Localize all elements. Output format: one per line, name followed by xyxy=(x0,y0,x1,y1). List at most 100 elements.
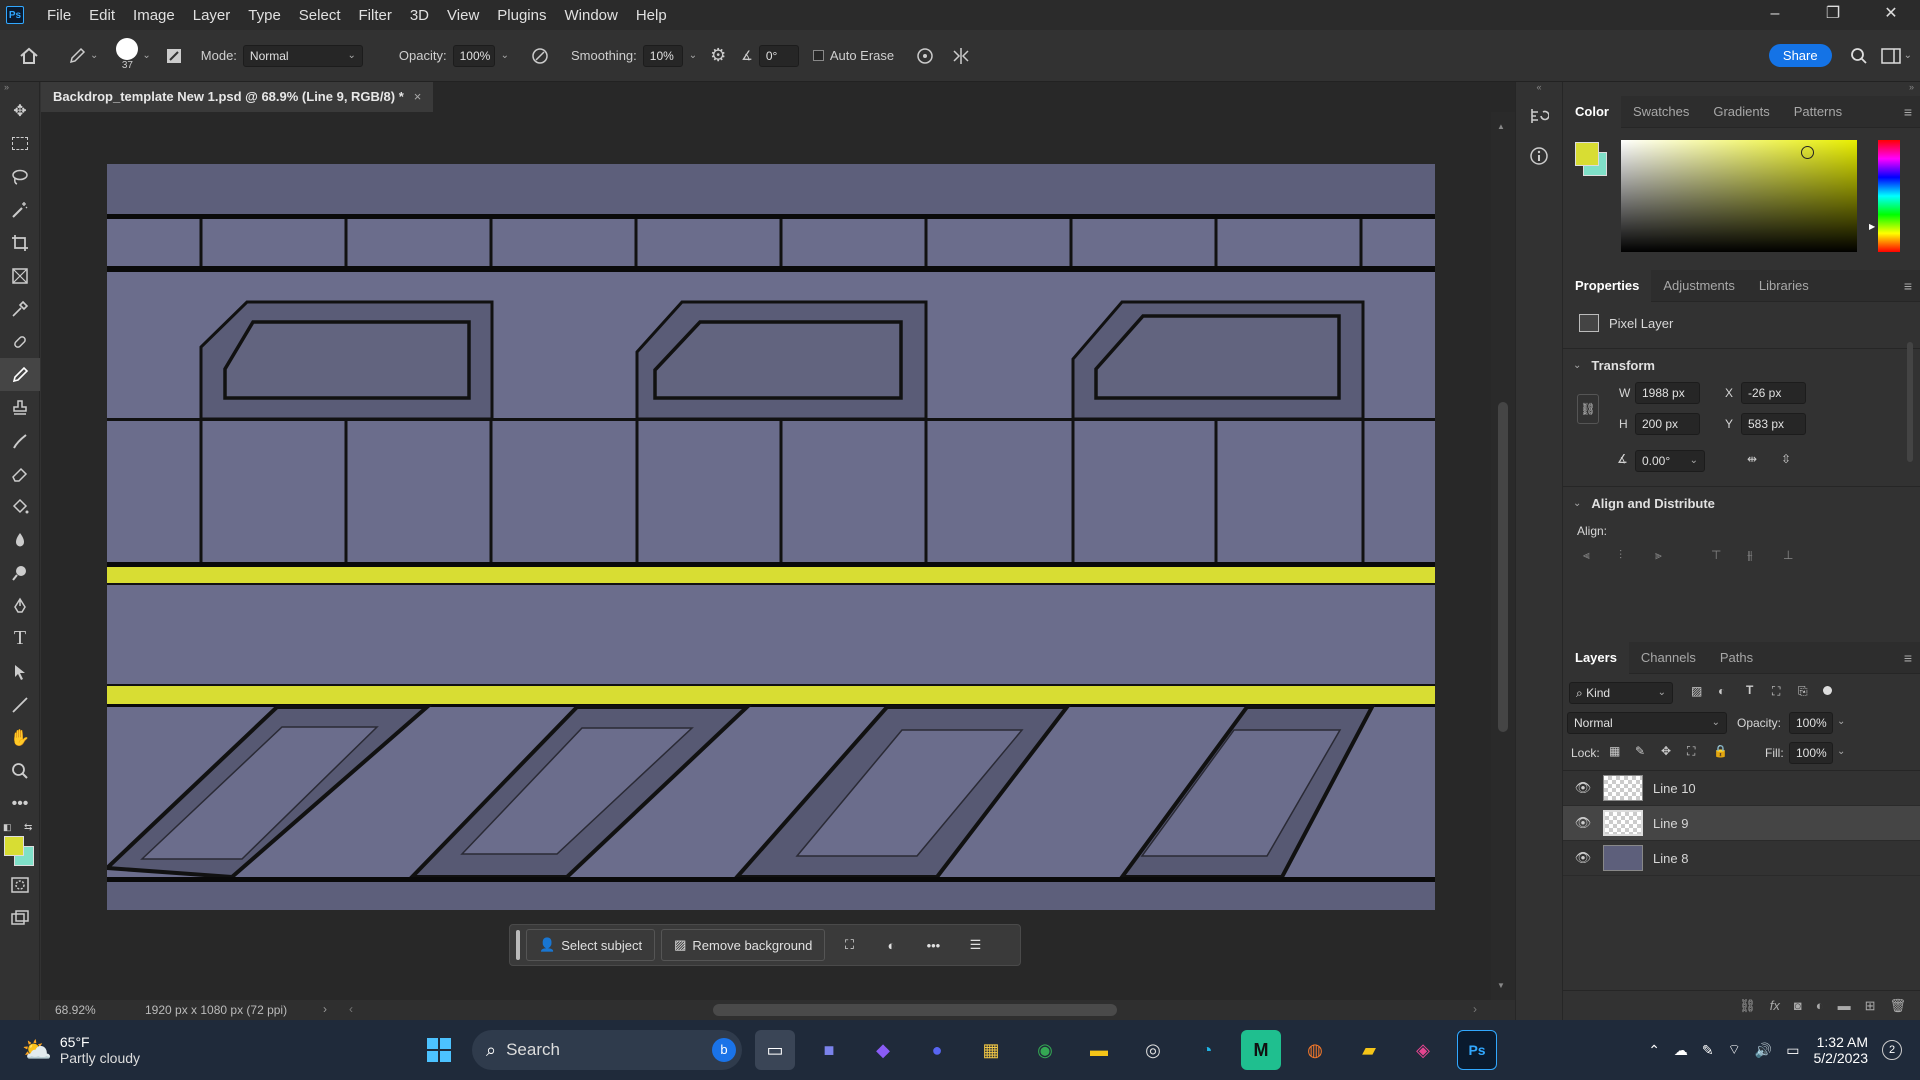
pencil-tool-icon[interactable] xyxy=(0,358,40,391)
history-panel-icon[interactable] xyxy=(1516,96,1562,136)
lock-transparency-icon[interactable]: ▦ xyxy=(1609,744,1620,758)
menu-layer[interactable]: Layer xyxy=(184,7,240,24)
eraser-tool-icon[interactable] xyxy=(0,457,40,490)
lock-artboard-icon[interactable]: ⛶ xyxy=(1687,744,1695,759)
taskbar-search-box[interactable]: ⌕ Search b xyxy=(472,1030,742,1070)
angle-input[interactable]: 0.00° ⌄ xyxy=(1635,450,1705,472)
screen-mode-icon[interactable] xyxy=(0,901,40,934)
hue-marker-icon[interactable]: ▶ xyxy=(1869,222,1875,231)
chevron-down-icon[interactable]: ⌄ xyxy=(1837,716,1845,727)
tab-adjustments[interactable]: Adjustments xyxy=(1651,270,1747,302)
restore-button[interactable]: ❐ xyxy=(1804,0,1862,30)
scroll-up-icon[interactable]: ▲ xyxy=(1497,122,1505,131)
brush-settings-icon[interactable] xyxy=(161,43,187,69)
layer-opacity-input[interactable]: 100% xyxy=(1789,712,1833,734)
layer-name[interactable]: Line 9 xyxy=(1653,816,1688,831)
pen-icon[interactable]: ✎ xyxy=(1702,1042,1714,1059)
color-cursor[interactable] xyxy=(1801,146,1814,159)
obsidian-icon[interactable]: ◆ xyxy=(863,1030,903,1070)
medibang-icon[interactable]: M xyxy=(1241,1030,1281,1070)
flip-vertical-icon[interactable]: ⇳ xyxy=(1781,452,1791,466)
align-left-icon[interactable]: ⫷ xyxy=(1583,548,1590,563)
lock-all-icon[interactable]: 🔒 xyxy=(1713,744,1728,758)
clone-stamp-tool-icon[interactable] xyxy=(0,391,40,424)
windows-start-icon[interactable] xyxy=(419,1030,459,1070)
remove-background-button[interactable]: ▨ Remove background xyxy=(661,929,826,961)
lasso-tool-icon[interactable] xyxy=(0,160,40,193)
chevron-down-icon[interactable]: ⌄ xyxy=(90,50,98,61)
menu-select[interactable]: Select xyxy=(290,7,350,24)
teams-chat-icon[interactable]: ■ xyxy=(809,1030,849,1070)
layer-row[interactable]: 👁 Line 8 xyxy=(1563,841,1920,876)
panel-menu-icon[interactable]: ≡ xyxy=(1904,650,1912,666)
opacity-input[interactable]: 100% xyxy=(452,44,495,67)
fill-input[interactable]: 100% xyxy=(1789,742,1833,764)
lock-pixels-icon[interactable]: ✎ xyxy=(1635,744,1645,758)
move-tool-icon[interactable]: ✥ xyxy=(0,94,40,127)
x-input[interactable]: -26 px xyxy=(1741,382,1806,404)
layer-name[interactable]: Line 10 xyxy=(1653,781,1696,796)
scroll-thumb[interactable] xyxy=(1498,402,1508,732)
menu-edit[interactable]: Edit xyxy=(80,7,124,24)
align-middle-v-icon[interactable]: ⫵ xyxy=(1747,548,1753,563)
width-input[interactable]: 1988 px xyxy=(1635,382,1700,404)
new-group-icon[interactable]: ▬ xyxy=(1838,998,1851,1013)
height-input[interactable]: 200 px xyxy=(1635,413,1700,435)
document-tab[interactable]: Backdrop_template New 1.psd @ 68.9% (Lin… xyxy=(41,82,434,112)
more-tools-icon[interactable]: ••• xyxy=(0,787,40,820)
blend-mode-select[interactable]: Normal ⌄ xyxy=(1567,712,1727,734)
scroll-down-icon[interactable]: ▼ xyxy=(1497,981,1505,990)
eyedropper-tool-icon[interactable] xyxy=(0,292,40,325)
filter-pixel-icon[interactable]: ▨ xyxy=(1691,684,1702,698)
mode-select[interactable]: Normal ⌄ xyxy=(242,44,363,67)
link-icon[interactable]: ⛓ xyxy=(1577,394,1599,424)
trash-icon[interactable]: 🗑 xyxy=(1889,998,1906,1014)
instagram-icon[interactable]: ◈ xyxy=(1403,1030,1443,1070)
battery-icon[interactable]: ▭ xyxy=(1786,1042,1799,1059)
align-bottom-icon[interactable]: ⊥ xyxy=(1783,548,1793,562)
panel-menu-icon[interactable]: ≡ xyxy=(1904,104,1912,120)
chevron-down-icon[interactable]: ⌄ xyxy=(689,50,697,61)
visibility-eye-icon[interactable]: 👁 xyxy=(1573,780,1593,796)
workspace-icon[interactable] xyxy=(1878,43,1904,69)
angle-input[interactable]: 0° xyxy=(758,44,799,67)
filter-smart-object-icon[interactable]: ⎘ xyxy=(1798,684,1808,699)
symmetry-icon[interactable] xyxy=(948,43,974,69)
marquee-tool-icon[interactable] xyxy=(0,127,40,160)
swap-colors-icon[interactable]: ⇆ xyxy=(24,822,32,833)
chevron-down-icon[interactable]: ⌄ xyxy=(1837,746,1845,757)
menu-type[interactable]: Type xyxy=(239,7,290,24)
y-input[interactable]: 583 px xyxy=(1741,413,1806,435)
blur-tool-icon[interactable] xyxy=(0,523,40,556)
chevron-down-icon[interactable]: ⌄ xyxy=(142,50,150,61)
search-icon[interactable] xyxy=(1846,43,1872,69)
tab-gradients[interactable]: Gradients xyxy=(1701,96,1781,128)
healing-brush-tool-icon[interactable] xyxy=(0,325,40,358)
discord-icon[interactable]: ● xyxy=(917,1030,957,1070)
tab-properties[interactable]: Properties xyxy=(1563,269,1652,302)
minimize-button[interactable]: – xyxy=(1746,0,1804,30)
chevron-down-icon[interactable]: ⌄ xyxy=(1904,50,1912,61)
menu-help[interactable]: Help xyxy=(627,7,676,24)
tab-layers[interactable]: Layers xyxy=(1563,641,1629,674)
lock-position-icon[interactable]: ✥ xyxy=(1661,744,1671,758)
chevron-down-icon[interactable]: ⌄ xyxy=(1573,498,1581,509)
default-colors-icon[interactable]: ◧ xyxy=(3,822,12,833)
gear-icon[interactable]: ⚙ xyxy=(705,43,731,69)
tab-libraries[interactable]: Libraries xyxy=(1747,270,1821,302)
more-options-icon[interactable]: ••• xyxy=(915,938,951,953)
menu-window[interactable]: Window xyxy=(555,7,626,24)
menu-filter[interactable]: Filter xyxy=(350,7,401,24)
layer-row[interactable]: 👁 Line 9 xyxy=(1563,806,1920,841)
brush-preset-picker[interactable]: 37 xyxy=(112,36,142,76)
zoom-tool-icon[interactable] xyxy=(0,754,40,787)
edge-icon[interactable]: ◔ xyxy=(1187,1030,1227,1070)
notification-badge[interactable]: 2 xyxy=(1882,1040,1902,1060)
settings-sliders-icon[interactable]: ☰ xyxy=(957,937,993,953)
chrome-icon[interactable]: ◉ xyxy=(1025,1030,1065,1070)
tab-patterns[interactable]: Patterns xyxy=(1782,96,1854,128)
filter-adjustment-icon[interactable]: ◐ xyxy=(1718,684,1725,698)
panel-menu-icon[interactable]: ≡ xyxy=(1904,278,1912,294)
menu-3d[interactable]: 3D xyxy=(401,7,438,24)
foreground-color-swatch[interactable] xyxy=(4,836,24,856)
